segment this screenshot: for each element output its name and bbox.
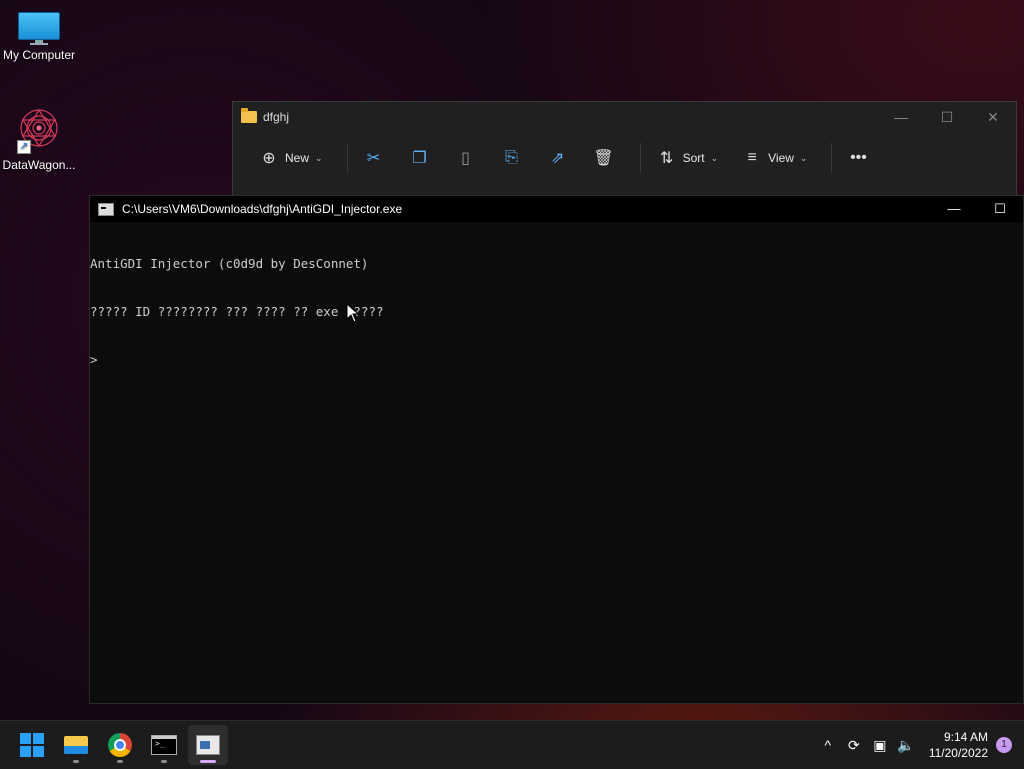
share-button[interactable]: ⇗ (540, 142, 576, 174)
shortcut-arrow-icon: ↗ (17, 140, 31, 154)
desktop-icon-label: My Computer (2, 48, 76, 62)
taskbar-command-prompt[interactable] (144, 725, 184, 765)
sort-label: Sort (682, 151, 705, 165)
toolbar-divider (346, 143, 348, 173)
console-window[interactable]: C:\Users\VM6\Downloads\dfghj\AntiGDI_Inj… (89, 195, 1024, 704)
explorer-title: dfghj (263, 110, 290, 124)
toolbar-divider (639, 143, 641, 173)
copy-icon: ❐ (412, 150, 427, 167)
scissors-icon: ✂ (366, 150, 381, 167)
paste-button[interactable]: ▯ (448, 142, 484, 174)
desktop-icon-my-computer[interactable]: My Computer (0, 12, 81, 62)
toolbar-divider (831, 143, 833, 173)
new-button[interactable]: ⊕ New ⌄ (251, 142, 329, 174)
command-prompt-icon (151, 735, 177, 755)
delete-button[interactable]: 🗑 (586, 142, 622, 174)
clock-time: 9:14 AM (943, 730, 988, 744)
console-title: C:\Users\VM6\Downloads\dfghj\AntiGDI_Inj… (122, 202, 403, 216)
rename-icon: ⎘ (505, 149, 518, 166)
console-prompt: > (90, 352, 98, 367)
desktop-icon-label: DataWagon... (2, 158, 76, 172)
network-icon[interactable]: ▣ (867, 737, 893, 754)
file-explorer-window[interactable]: dfghj — ☐ ✕ ⊕ New ⌄ ✂ ❐ ▯ ⎘ ⇗ 🗑 ⇅ Sort ⌄… (232, 101, 1017, 201)
sort-button[interactable]: ⇅ Sort ⌄ (649, 142, 725, 174)
plus-circle-icon: ⊕ (262, 150, 276, 167)
chevron-down-icon: ⌄ (315, 152, 323, 163)
more-options-button[interactable]: ••• (840, 142, 876, 174)
new-label: New (285, 151, 310, 165)
console-title-bar[interactable]: C:\Users\VM6\Downloads\dfghj\AntiGDI_Inj… (90, 196, 1023, 222)
paste-icon: ▯ (461, 150, 470, 167)
running-indicator (161, 760, 167, 763)
explorer-toolbar: ⊕ New ⌄ ✂ ❐ ▯ ⎘ ⇗ 🗑 ⇅ Sort ⌄ ≡ View ⌄ ••… (233, 132, 1016, 184)
explorer-title-bar[interactable]: dfghj — ☐ ✕ (233, 102, 1016, 132)
system-tray: ^ ⟳ ▣ 🔈 9:14 AM 11/20/2022 1 (815, 721, 1024, 769)
taskbar-chrome[interactable] (100, 725, 140, 765)
sync-icon[interactable]: ⟳ (841, 737, 867, 754)
console-line: AntiGDI Injector (c0d9d by DesConnet) (90, 256, 369, 271)
sort-arrows-icon: ⇅ (659, 150, 674, 167)
ellipsis-icon: ••• (850, 149, 867, 166)
cut-button[interactable]: ✂ (356, 142, 392, 174)
trash-icon: 🗑 (593, 150, 614, 167)
volume-icon[interactable]: 🔈 (893, 737, 919, 754)
console-output[interactable]: AntiGDI Injector (c0d9d by DesConnet) ??… (90, 222, 1023, 400)
running-indicator (117, 760, 123, 763)
copy-button[interactable]: ❐ (402, 142, 438, 174)
chevron-up-icon[interactable]: ^ (815, 737, 841, 753)
maximize-button[interactable]: ☐ (924, 109, 970, 126)
console-app-icon (98, 202, 114, 216)
chrome-icon (108, 733, 132, 757)
maximize-button[interactable]: ☐ (977, 201, 1023, 217)
windows-logo-icon (20, 733, 44, 757)
desktop-icon-datawagon[interactable]: ↗ DataWagon... (0, 106, 81, 172)
clock[interactable]: 9:14 AM 11/20/2022 (929, 729, 988, 761)
clock-date: 11/20/2022 (928, 746, 988, 760)
folder-icon (241, 108, 257, 123)
view-button[interactable]: ≡ View ⌄ (734, 142, 813, 174)
view-lines-icon: ≡ (747, 149, 757, 166)
rename-button[interactable]: ⎘ (494, 142, 530, 174)
share-icon: ⇗ (550, 150, 565, 167)
notification-badge[interactable]: 1 (996, 737, 1012, 753)
injector-app-icon (196, 735, 220, 755)
chevron-down-icon: ⌄ (710, 152, 719, 163)
start-button[interactable] (12, 725, 52, 765)
console-line: ????? ID ???????? ??? ???? ?? exe ????? (90, 304, 384, 319)
minimize-button[interactable]: — (878, 109, 924, 126)
datawagon-app-icon: ↗ (15, 106, 63, 154)
computer-icon (18, 12, 60, 45)
chevron-down-icon: ⌄ (799, 152, 808, 163)
minimize-button[interactable]: — (931, 201, 977, 217)
active-indicator (200, 760, 216, 763)
running-indicator (73, 760, 79, 763)
taskbar-file-explorer[interactable] (56, 725, 96, 765)
taskbar: ^ ⟳ ▣ 🔈 9:14 AM 11/20/2022 1 (0, 720, 1024, 769)
view-label: View (768, 151, 794, 165)
taskbar-injector[interactable] (188, 725, 228, 765)
close-button[interactable]: ✕ (970, 109, 1016, 126)
file-explorer-icon (64, 736, 88, 754)
